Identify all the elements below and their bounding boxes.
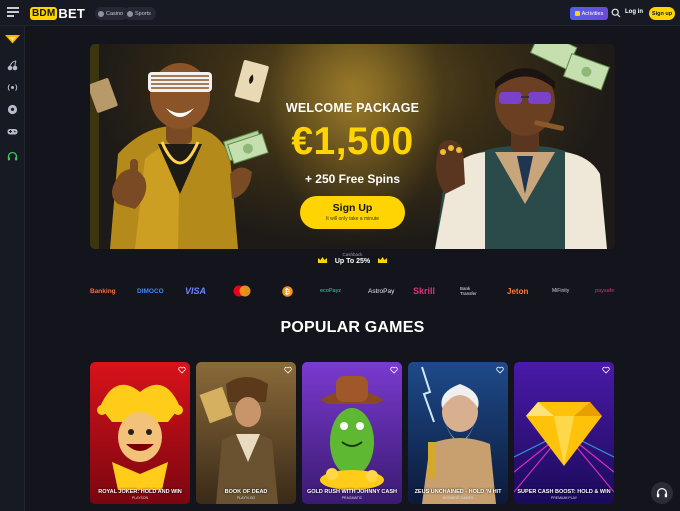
game-title: BOOK OF DEAD <box>224 489 268 495</box>
payment-logo: Skrill <box>413 286 436 296</box>
game-art <box>199 377 278 504</box>
bitcoin-logo: ₿ <box>282 283 293 299</box>
game-art <box>320 376 384 490</box>
cashback-label: Cashback <box>342 252 363 257</box>
signup-button[interactable]: Sign up <box>649 7 675 20</box>
gamepad-icon[interactable] <box>7 126 18 137</box>
logo[interactable]: BDM BET <box>30 5 85 21</box>
left-character-illustration <box>90 44 269 249</box>
game-art <box>514 402 614 493</box>
login-button[interactable]: Log in <box>625 9 643 15</box>
game-provider: PLAY'N GO <box>236 496 256 500</box>
game-title: SUPER CASH BOOST: HOLD & WIN <box>517 489 611 495</box>
payment-logo: Banking <box>90 287 116 295</box>
soccer-ball-icon[interactable] <box>7 104 18 115</box>
payment-logo: ecoPayz <box>320 288 342 294</box>
tab-sports-label: Sports <box>135 10 151 17</box>
headset-icon[interactable] <box>7 151 18 162</box>
crown-icon <box>378 257 387 263</box>
banner-signup-button[interactable]: Sign Up It will only take a minute <box>300 196 405 229</box>
support-chat-button[interactable] <box>651 482 673 504</box>
payment-logo: Bank Transfer <box>460 286 477 296</box>
headset-icon <box>656 487 668 498</box>
sports-icon <box>127 10 133 17</box>
game-provider: PREMIUM PLAY <box>550 496 578 500</box>
game-title: GOLD RUSH WITH JOHNNY CASH <box>306 489 398 495</box>
payment-logo: paysafe <box>595 288 615 294</box>
game-card[interactable]: ROYAL JOKER: HOLD AND WIN PLAYSON <box>90 362 190 504</box>
game-title: ZEUS UNCHAINED - HOLD 'N HIT <box>414 489 502 495</box>
casino-icon <box>98 10 104 17</box>
cherries-icon[interactable] <box>7 60 18 71</box>
banner-free-spins: + 250 Free Spins <box>304 172 401 186</box>
game-art <box>421 366 496 504</box>
payment-methods-strip: Banking DIMOCO VISA ₿ ecoPayz AstroPay S… <box>90 283 615 299</box>
payment-logo: DIMOCO <box>137 287 164 295</box>
game-card[interactable]: SUPER CASH BOOST: HOLD & WIN PREMIUM PLA… <box>514 362 614 504</box>
cashback-value: Up To 25% <box>334 258 371 265</box>
favorite-heart-icon[interactable] <box>390 366 398 374</box>
logo-bet: BET <box>58 5 85 21</box>
payment-logo: VISA <box>185 286 207 296</box>
sidebar <box>0 26 25 511</box>
svg-text:₿: ₿ <box>285 288 291 296</box>
payment-logo: Jeton <box>507 286 529 296</box>
banner-signup-sublabel: It will only take a minute <box>325 216 380 222</box>
tab-casino-label: Casino <box>106 10 124 17</box>
favorite-heart-icon[interactable] <box>602 366 610 374</box>
game-provider: BOOMING GAMES <box>442 496 474 500</box>
gift-icon <box>574 11 580 16</box>
activities-button[interactable]: Activities <box>570 7 608 20</box>
game-card[interactable]: ZEUS UNCHAINED - HOLD 'N HIT BOOMING GAM… <box>408 362 508 504</box>
game-art <box>97 384 183 490</box>
top-bar: BDM BET Casino Sports Activities Log in … <box>0 0 680 26</box>
game-card[interactable]: GOLD RUSH WITH JOHNNY CASH PRAGMATIC <box>302 362 402 504</box>
game-provider: PRAGMATIC <box>341 496 363 500</box>
mastercard-icon <box>233 285 251 297</box>
banner-amount: €1,500 <box>291 120 414 163</box>
tab-sports[interactable]: Sports <box>124 7 156 20</box>
payment-logo: MiFinity <box>552 288 570 294</box>
favorite-heart-icon[interactable] <box>178 366 186 374</box>
mastercard-logo <box>232 283 252 299</box>
game-card[interactable]: BOOK OF DEAD PLAY'N GO <box>196 362 296 504</box>
logo-bdm: BDM <box>30 6 58 20</box>
welcome-banner[interactable]: WELCOME PACKAGE €1,500 + 250 Free Spins … <box>90 44 615 249</box>
activities-label: Activities <box>581 10 604 17</box>
right-character-illustration <box>435 44 610 249</box>
banner-title: WELCOME PACKAGE <box>285 101 420 115</box>
live-icon[interactable] <box>7 82 18 93</box>
cashback-banner: Cashback Up To 25% <box>300 252 405 265</box>
banner-signup-label: Sign Up <box>332 202 373 214</box>
favorite-heart-icon[interactable] <box>496 366 504 374</box>
payment-logo: AstroPay <box>368 287 395 295</box>
bitcoin-icon: ₿ <box>282 285 293 297</box>
search-icon[interactable] <box>611 8 621 18</box>
menu-icon[interactable] <box>7 7 19 19</box>
game-title: ROYAL JOKER: HOLD AND WIN <box>98 489 182 495</box>
diamond-badge-icon[interactable] <box>4 34 21 44</box>
favorite-heart-icon[interactable] <box>284 366 292 374</box>
game-provider: PLAYSON <box>131 496 149 500</box>
popular-games-title: POPULAR GAMES <box>280 319 425 336</box>
